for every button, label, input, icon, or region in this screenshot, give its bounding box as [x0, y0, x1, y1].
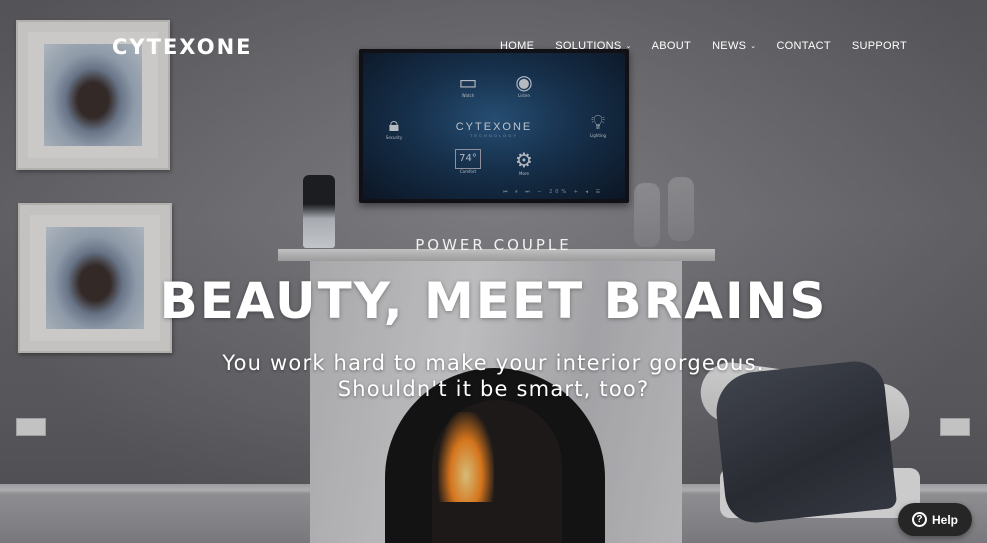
hero-subline-1: You work hard to make your interior gorg… — [222, 351, 765, 375]
nav-item-home[interactable]: HOME — [500, 40, 534, 52]
main-nav: HOME SOLUTIONS ⌄ ABOUT NEWS ⌄ CONTACT SUPP… — [500, 40, 907, 52]
site-logo[interactable]: CYTEXONE — [112, 35, 253, 59]
hero-subline-2: Shouldn't it be smart, too? — [337, 377, 650, 401]
nav-item-support[interactable]: SUPPORT — [852, 40, 907, 52]
chevron-down-icon: ⌄ — [750, 43, 757, 50]
nav-item-news[interactable]: NEWS ⌄ — [712, 40, 756, 52]
help-button-label: Help — [931, 512, 958, 527]
hero-headline: BEAUTY, MEET BRAINS — [159, 272, 828, 330]
nav-item-contact[interactable]: CONTACT — [776, 40, 830, 52]
hero-eyebrow: POWER COUPLE — [415, 236, 572, 254]
help-button[interactable]: ? Help — [898, 503, 972, 536]
question-circle-icon: ? — [911, 512, 927, 527]
chevron-down-icon: ⌄ — [625, 43, 632, 50]
nav-item-about[interactable]: ABOUT — [652, 40, 691, 52]
nav-item-solutions[interactable]: SOLUTIONS ⌄ — [555, 40, 631, 52]
